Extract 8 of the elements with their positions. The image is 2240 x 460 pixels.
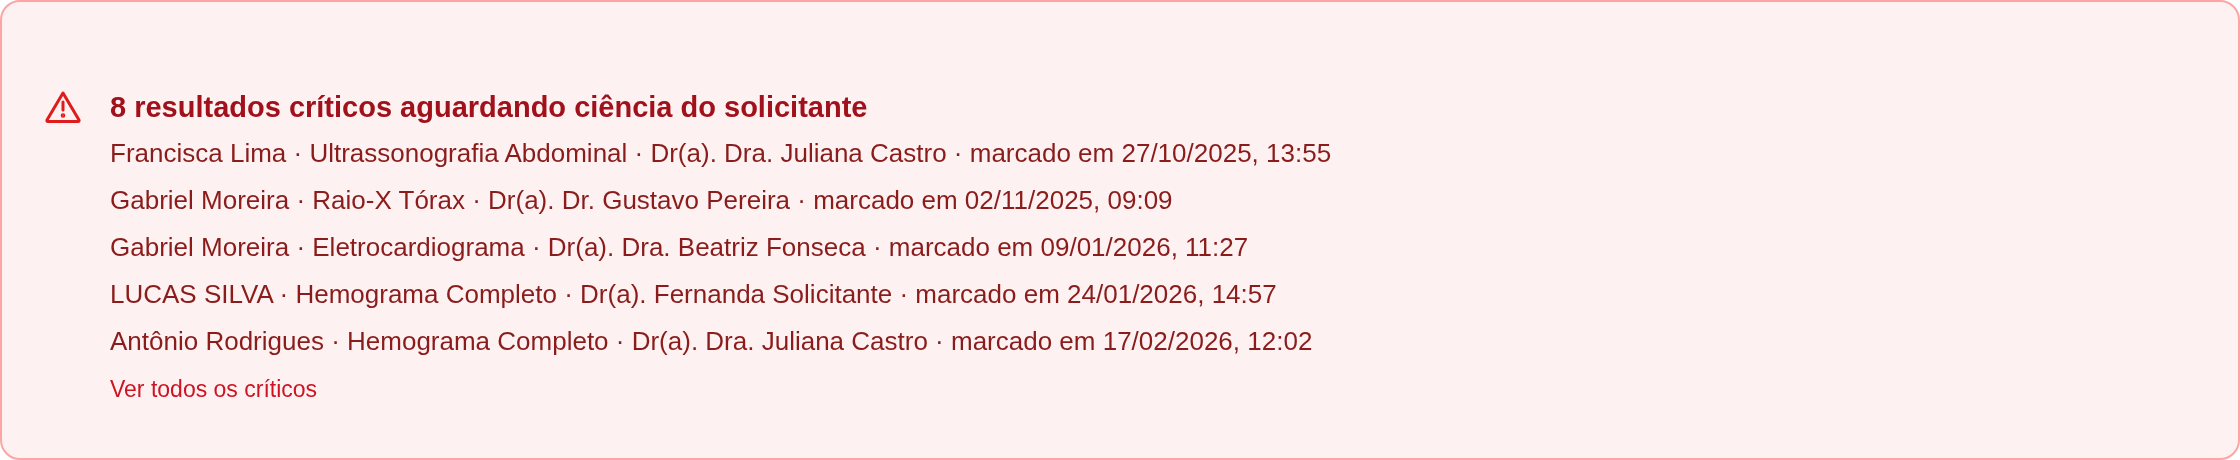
critical-result-item: Gabriel Moreira · Raio-X Tórax · Dr(a). Dr. Gustavo Pereira · marcado em 02/11/2025, 09:09 [110, 184, 1174, 217]
warning-icon [44, 90, 82, 124]
critical-result-item: LUCAS SILVA · Hemograma Completo · Dr(a). Fernanda Solicitante · marcado em 24/01/2026, 14:57 [110, 278, 1278, 311]
critical-result-item: Francisca Lima · Ultrassonografia Abdominal · Dr(a). Dra. Juliana Castro · marcado em 27/10/2025, 13:55 [110, 137, 1332, 170]
view-all-link[interactable]: Ver todos os críticos [110, 374, 318, 404]
critical-result-item: Gabriel Moreira · Eletrocardiograma · Dr(a). Dra. Beatriz Fonseca · marcado em 09/01/2026, 11:27 [110, 231, 1250, 264]
critical-result-item: Antônio Rodrigues · Hemograma Completo · Dr(a). Dra. Juliana Castro · marcado em 17/02/2026, 12:02 [110, 325, 1314, 358]
alert-title: 8 resultados críticos aguardando ciência do solicitante [110, 90, 869, 125]
